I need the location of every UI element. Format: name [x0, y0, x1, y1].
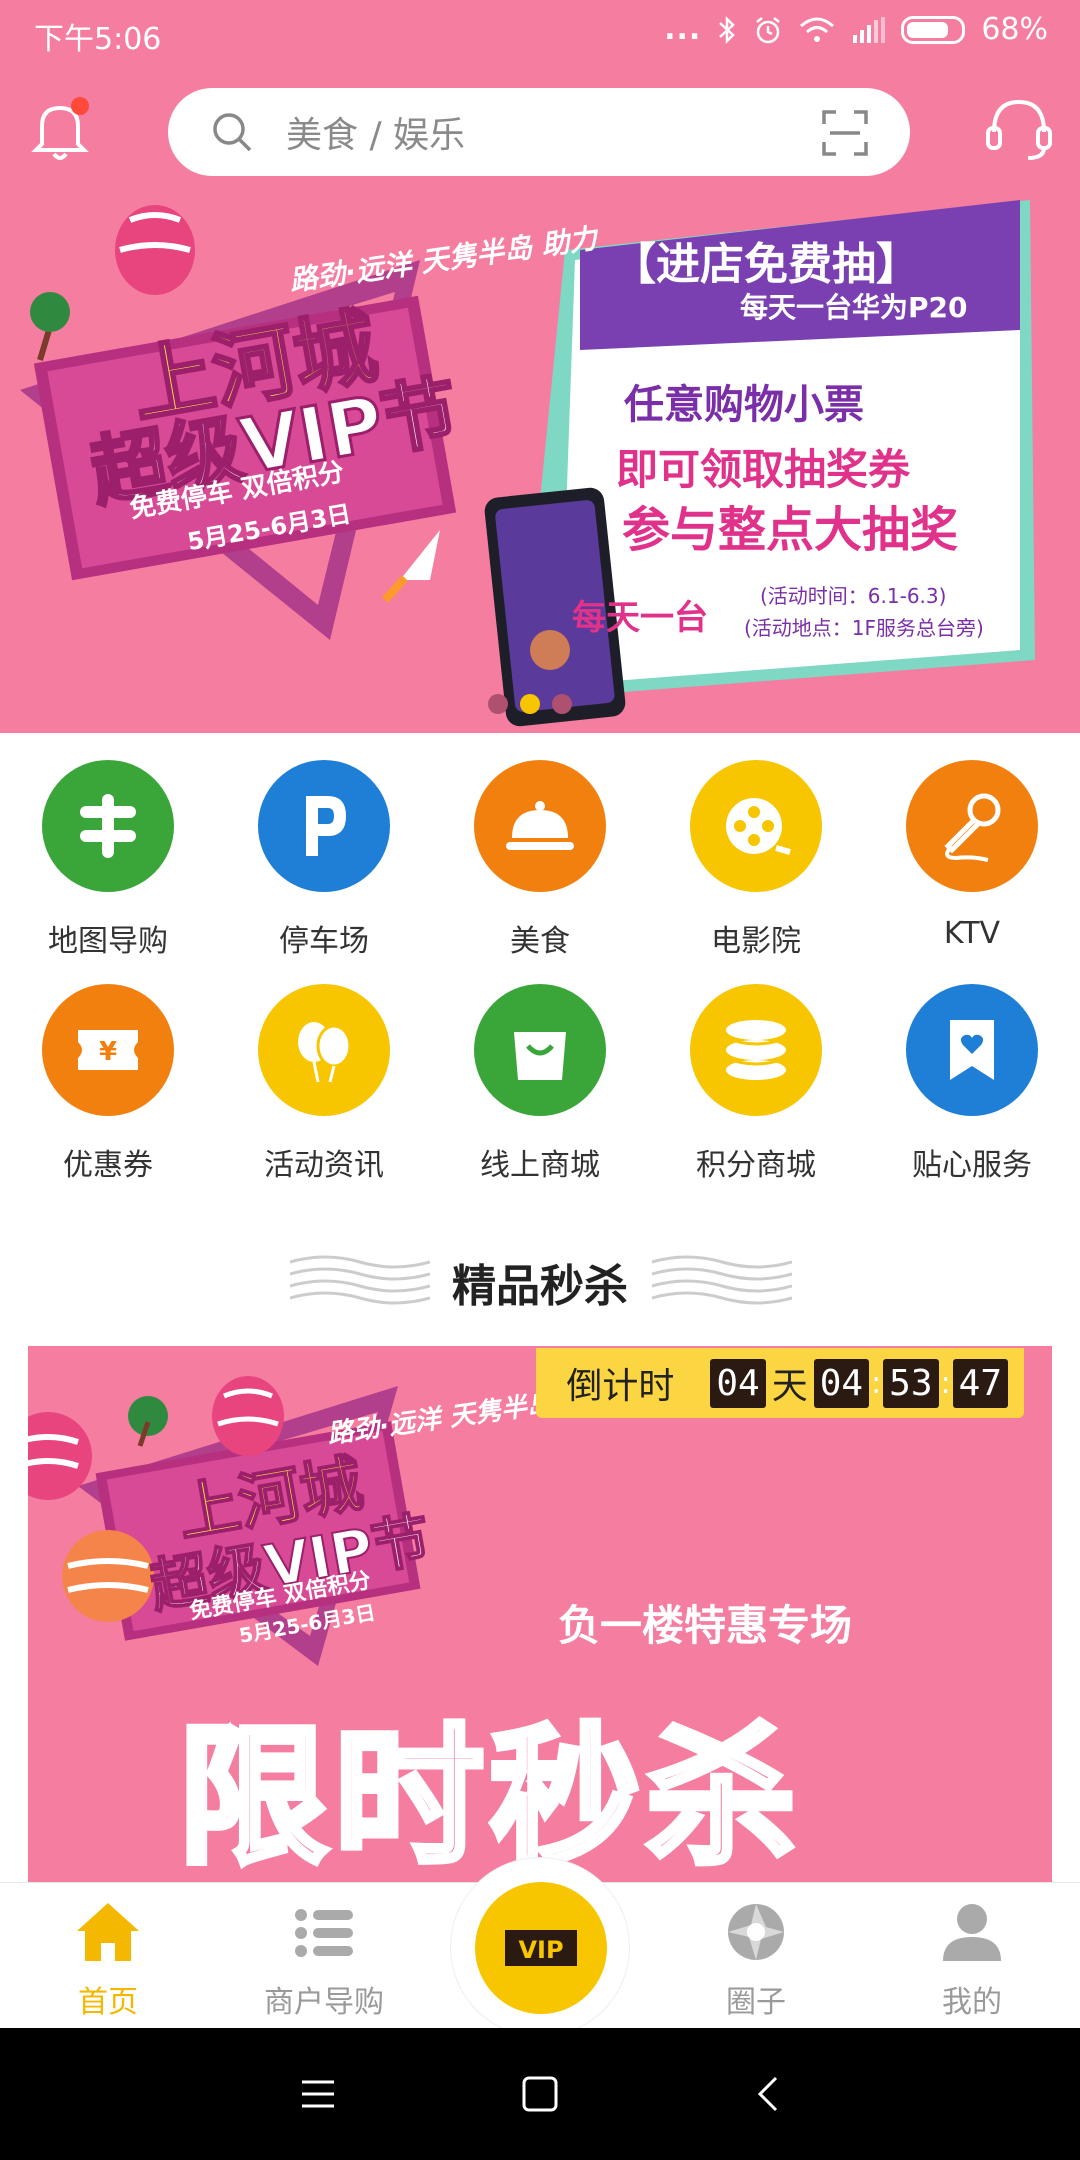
grid-item-points-mall[interactable]: 积分商城: [648, 984, 864, 1184]
customer-service-headset-icon[interactable]: [984, 92, 1054, 164]
search-icon: [213, 113, 252, 152]
system-navigation-bar: [0, 2028, 1080, 2160]
tab-shop-guide[interactable]: 商户导购: [216, 1897, 432, 2021]
section-title: 精品秒杀: [452, 1261, 628, 1312]
scan-icon[interactable]: [822, 110, 868, 156]
banner-line-3: 参与整点大抽奖: [622, 502, 959, 558]
banner-pagination: [488, 694, 572, 714]
banner-card-subtitle: 每天一台华为P20: [740, 291, 968, 324]
wifi-icon: [800, 17, 835, 42]
countdown-seconds: 47: [952, 1358, 1008, 1408]
grid-label: 贴心服务: [912, 1148, 1032, 1183]
banner-line-1: 任意购物小票: [624, 382, 864, 428]
vip-button[interactable]: VIP: [450, 1857, 630, 2037]
grid-label: 活动资讯: [264, 1148, 384, 1183]
grid-item-parking[interactable]: 停车场: [216, 760, 432, 960]
countdown-day-unit: 天: [771, 1366, 808, 1407]
home-icon: [77, 1903, 139, 1961]
countdown-separator: :: [871, 1365, 882, 1401]
header-area: 下午5:06 ... 68% 美食 / 娱乐 【进店免费抽】 每天一台华为P20…: [0, 0, 1080, 733]
status-time: 下午5:06: [34, 22, 162, 57]
grid-item-ktv[interactable]: KTV: [864, 760, 1080, 951]
wave-decoration-right: [652, 1255, 792, 1305]
countdown-hours: 04: [813, 1358, 870, 1408]
tab-mine[interactable]: 我的: [864, 1897, 1080, 2021]
grid-label: 地图导购: [48, 924, 168, 959]
menu-icon[interactable]: [296, 2072, 340, 2116]
aperture-icon: [728, 1904, 784, 1960]
bottom-tab-bar: 首页 商户导购 VIP 圈子 我的: [0, 1857, 1080, 2037]
flash-sale-section-header: 精品秒杀: [0, 1240, 1080, 1320]
microphone-icon: [906, 760, 1038, 892]
home-square-icon[interactable]: [518, 2072, 562, 2116]
vip-badge-icon: VIP: [475, 1882, 607, 2014]
coins-stack-icon: [690, 984, 822, 1116]
alarm-icon: [756, 16, 781, 43]
grid-item-coupon[interactable]: ¥ 优惠券: [0, 984, 216, 1184]
countdown-days: 04: [710, 1358, 766, 1408]
countdown-timer: 倒计时 04 天 04 : 53 : 47: [536, 1348, 1024, 1418]
pagination-dot[interactable]: [552, 694, 572, 714]
status-bar: 下午5:06 ... 68%: [0, 0, 1080, 66]
grid-item-cinema[interactable]: 电影院: [648, 760, 864, 960]
grid-item-map-guide[interactable]: 地图导购: [0, 760, 216, 960]
tab-label: 商户导购: [264, 1985, 384, 2020]
banner-activity-place: (活动地点：1F服务总台旁): [744, 616, 984, 640]
tab-label: 首页: [78, 1985, 138, 2020]
banner-daily: 每天一台: [572, 598, 708, 638]
grid-item-events[interactable]: 活动资讯: [216, 984, 432, 1184]
map-guide-icon: [42, 760, 174, 892]
countdown-separator: :: [940, 1365, 951, 1401]
grid-label: 线上商城: [480, 1148, 600, 1183]
banner-card-title: 【进店免费抽】: [612, 239, 920, 290]
balloons-icon: [258, 984, 390, 1116]
vip-label: VIP: [518, 1936, 563, 1964]
status-icons: ... 68%: [664, 12, 1048, 47]
battery-percent: 68%: [981, 12, 1048, 47]
battery-icon: [901, 15, 966, 44]
feature-row-2: ¥ 优惠券 活动资讯 线上商城 积分商城 贴心服务: [0, 984, 1080, 1194]
grid-label: 停车场: [279, 924, 369, 959]
tab-circle[interactable]: 圈子: [648, 1897, 864, 2021]
flash-sale-card[interactable]: 路劲·远洋 天隽半岛 助力 上河城 超级VIP节 免费停车 双倍积分 5月25-…: [28, 1346, 1052, 1886]
grid-item-online-mall[interactable]: 线上商城: [432, 984, 648, 1184]
tab-label: 我的: [942, 1985, 1002, 2020]
search-placeholder: 美食 / 娱乐: [286, 115, 466, 156]
feature-row-1: 地图导购 停车场 美食 电影院 KTV: [0, 760, 1080, 970]
flash-big-title: 限时秒杀: [175, 1708, 803, 1886]
grid-label: 优惠券: [63, 1148, 153, 1183]
grid-label: KTV: [943, 916, 1001, 951]
bluetooth-icon: [719, 15, 736, 44]
signal-icon: [853, 16, 886, 43]
grid-label: 美食: [510, 924, 570, 959]
coupon-icon: ¥: [42, 984, 174, 1116]
countdown-label: 倒计时: [566, 1366, 675, 1407]
grid-item-food[interactable]: 美食: [432, 760, 648, 960]
grid-label: 积分商城: [696, 1148, 816, 1183]
parking-icon: [258, 760, 390, 892]
promo-banner[interactable]: 【进店免费抽】 每天一台华为P20 任意购物小票 即可领取抽奖券 参与整点大抽奖…: [0, 180, 1080, 733]
film-reel-icon: [690, 760, 822, 892]
banner-line-2: 即可领取抽奖券: [616, 445, 911, 494]
more-dots-icon: ...: [664, 12, 702, 47]
pagination-dot-active[interactable]: [520, 694, 540, 714]
back-icon[interactable]: [748, 2072, 792, 2116]
flash-promo-text: 负一楼特惠专场: [558, 1601, 853, 1650]
user-profile-icon: [943, 1904, 1001, 1961]
food-cloche-icon: [474, 760, 606, 892]
tab-home[interactable]: 首页: [0, 1897, 216, 2021]
pagination-dot[interactable]: [488, 694, 508, 714]
tab-label: 圈子: [726, 1985, 786, 2020]
list-icon: [295, 1909, 353, 1957]
heart-bookmark-icon: [906, 984, 1038, 1116]
countdown-minutes: 53: [883, 1358, 939, 1408]
search-bar[interactable]: 美食 / 娱乐: [168, 88, 910, 176]
grid-label: 电影院: [711, 924, 801, 959]
top-bar: 美食 / 娱乐: [0, 84, 1080, 180]
notification-bell-icon[interactable]: [28, 94, 92, 164]
grid-item-service[interactable]: 贴心服务: [864, 984, 1080, 1184]
svg-text:¥: ¥: [99, 1037, 117, 1067]
shopping-bag-icon: [474, 984, 606, 1116]
banner-activity-time: (活动时间：6.1-6.3): [760, 584, 947, 608]
